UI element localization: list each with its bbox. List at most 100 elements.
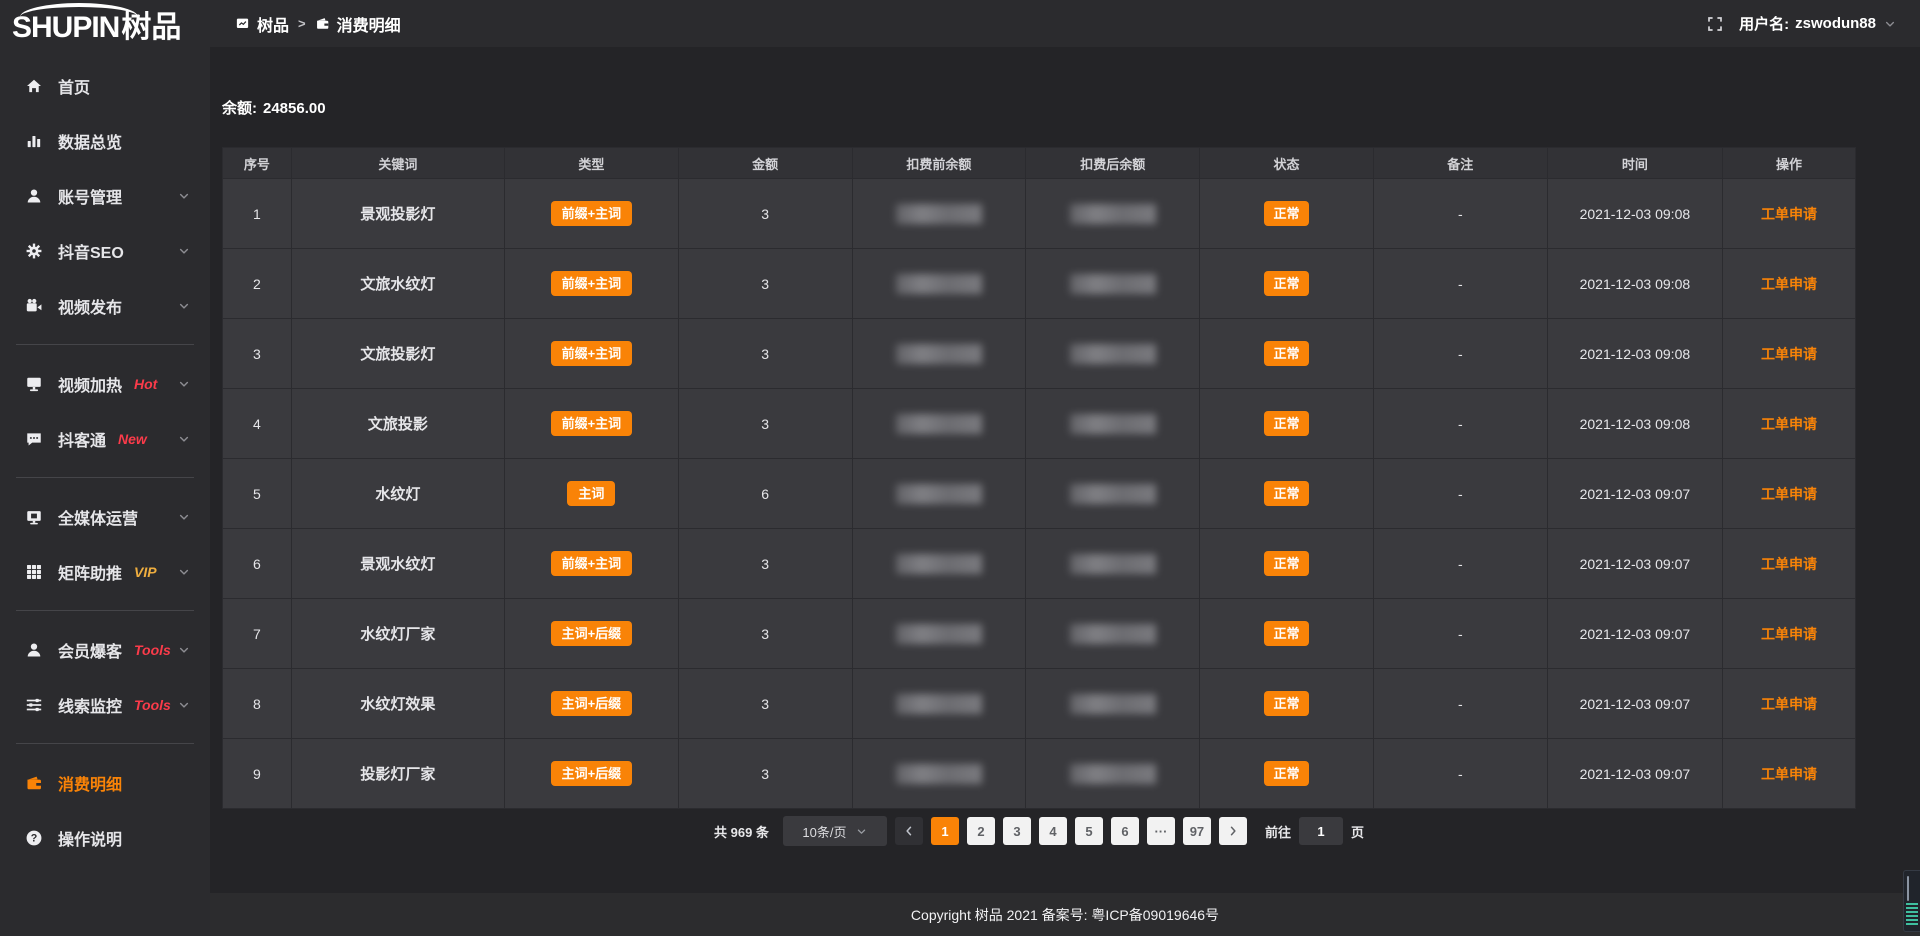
breadcrumb-home[interactable]: 树品 (257, 12, 289, 36)
sidebar-item-6[interactable]: 抖客通New (0, 411, 210, 466)
cell-action: 工单申请 (1723, 179, 1856, 249)
pagination-next-button[interactable] (1219, 817, 1247, 845)
pagination-page-button[interactable]: 3 (1003, 817, 1031, 845)
sidebar-item-3[interactable]: 抖音SEO (0, 223, 210, 278)
type-badge: 前缀+主词 (551, 271, 633, 296)
page-size-value: 10条/页 (802, 822, 846, 841)
sidebar-item-1[interactable]: 数据总览 (0, 113, 210, 168)
ticket-request-link[interactable]: 工单申请 (1761, 276, 1817, 292)
cell-post_balance (1026, 179, 1200, 249)
pagination-page-button[interactable]: 6 (1111, 817, 1139, 845)
cell-amount: 3 (678, 529, 852, 599)
sidebar-divider (16, 477, 194, 478)
cell-pre_balance (852, 739, 1026, 809)
sidebar-item-0[interactable]: 首页 (0, 58, 210, 113)
keyword-text: 文旅投影灯 (360, 346, 435, 363)
table-area: 序号关键词类型金额扣费前余额扣费后余额状态备注时间操作 1景观投影灯前缀+主词3… (222, 147, 1856, 846)
goto-page-input[interactable]: 1 (1299, 817, 1343, 845)
cell-pre_balance (852, 179, 1026, 249)
sidebar-item-7[interactable]: 全媒体运营 (0, 489, 210, 544)
column-header: 操作 (1723, 148, 1856, 179)
sidebar-item-10[interactable]: 线索监控Tools (0, 677, 210, 732)
cell-post_balance (1026, 249, 1200, 319)
pagination-page-button[interactable]: 1 (931, 817, 959, 845)
gear-icon (24, 242, 44, 260)
sidebar-item-label: 会员爆客 (58, 638, 122, 662)
cell-keyword: 景观水纹灯 (291, 529, 504, 599)
cell-status: 正常 (1200, 389, 1374, 459)
pagination-page-button[interactable]: 97 (1183, 817, 1211, 845)
ticket-request-link[interactable]: 工单申请 (1761, 416, 1817, 432)
cell-time: 2021-12-03 09:07 (1547, 529, 1722, 599)
type-badge: 主词+后缀 (551, 761, 633, 786)
bottom-right-widget[interactable] (1903, 870, 1920, 932)
chevron-down-icon (178, 511, 190, 523)
sidebar-item-2[interactable]: 账号管理 (0, 168, 210, 223)
cell-keyword: 水纹灯 (291, 459, 504, 529)
ticket-request-link[interactable]: 工单申请 (1761, 766, 1817, 782)
user-menu[interactable]: 用户名: zswodun88 (1739, 13, 1896, 34)
ticket-request-link[interactable]: 工单申请 (1761, 486, 1817, 502)
cell-no: 7 (223, 599, 292, 669)
logo[interactable]: SHUPIN树品 (0, 0, 210, 50)
cell-time: 2021-12-03 09:07 (1547, 739, 1722, 809)
chevron-down-icon (856, 826, 867, 837)
wallet-icon (315, 16, 330, 31)
cell-status: 正常 (1200, 459, 1374, 529)
topbar: 树品 > 消费明细 用户名: zswodun88 (210, 0, 1920, 47)
cell-type: 前缀+主词 (504, 529, 678, 599)
pagination-prev-button[interactable] (895, 817, 923, 845)
breadcrumb: 树品 > 消费明细 (235, 12, 401, 36)
sidebar-item-label: 视频发布 (58, 294, 122, 318)
cell-post_balance (1026, 319, 1200, 389)
keyword-text: 文旅投影 (368, 416, 428, 433)
dashboard-icon (235, 16, 250, 31)
sidebar-item-12[interactable]: ?操作说明 (0, 810, 210, 865)
sidebar-item-label: 全媒体运营 (58, 505, 138, 529)
cell-post_balance (1026, 389, 1200, 459)
pagination-page-button[interactable]: 4 (1039, 817, 1067, 845)
sidebar-item-9[interactable]: 会员爆客Tools (0, 622, 210, 677)
sidebar-item-5[interactable]: 视频加热Hot (0, 356, 210, 411)
cell-keyword: 文旅投影 (291, 389, 504, 459)
svg-text:?: ? (31, 832, 38, 844)
table-row: 6景观水纹灯前缀+主词3正常-2021-12-03 09:07工单申请 (223, 529, 1856, 599)
cell-status: 正常 (1200, 179, 1374, 249)
cell-action: 工单申请 (1723, 599, 1856, 669)
cell-remark: - (1373, 179, 1547, 249)
sidebar-item-4[interactable]: 视频发布 (0, 278, 210, 333)
ticket-request-link[interactable]: 工单申请 (1761, 556, 1817, 572)
footer: Copyright 树品 2021 备案号: 粤ICP备09019646号 (210, 893, 1920, 936)
cell-pre_balance (852, 669, 1026, 739)
redacted-value (896, 414, 982, 434)
type-badge: 前缀+主词 (551, 411, 633, 436)
pagination-page-button[interactable]: 5 (1075, 817, 1103, 845)
keyword-text: 水纹灯厂家 (360, 626, 435, 643)
pagination-ellipsis-button[interactable]: ··· (1147, 817, 1175, 845)
ticket-request-link[interactable]: 工单申请 (1761, 206, 1817, 222)
fullscreen-icon[interactable] (1707, 16, 1723, 32)
cell-amount: 3 (678, 599, 852, 669)
redacted-value (1070, 694, 1156, 714)
pagination-page-button[interactable]: 2 (967, 817, 995, 845)
type-badge: 前缀+主词 (551, 341, 633, 366)
sidebar-item-label: 线索监控 (58, 693, 122, 717)
table-row: 5水纹灯主词6正常-2021-12-03 09:07工单申请 (223, 459, 1856, 529)
column-header: 备注 (1373, 148, 1547, 179)
ticket-request-link[interactable]: 工单申请 (1761, 696, 1817, 712)
cell-type: 主词 (504, 459, 678, 529)
cell-remark: - (1373, 599, 1547, 669)
page-size-select[interactable]: 10条/页 (783, 816, 887, 846)
cell-pre_balance (852, 389, 1026, 459)
sidebar-item-11[interactable]: 消费明细 (0, 755, 210, 810)
sidebar-item-8[interactable]: 矩阵助推VIP (0, 544, 210, 599)
cell-action: 工单申请 (1723, 319, 1856, 389)
balance: 余额:24856.00 (222, 97, 1920, 118)
column-header: 扣费后余额 (1026, 148, 1200, 179)
monitor-icon (24, 508, 44, 526)
pagination-total: 共 969 条 (714, 822, 769, 841)
chevron-down-icon (178, 190, 190, 202)
ticket-request-link[interactable]: 工单申请 (1761, 626, 1817, 642)
ticket-request-link[interactable]: 工单申请 (1761, 346, 1817, 362)
cell-no: 4 (223, 389, 292, 459)
